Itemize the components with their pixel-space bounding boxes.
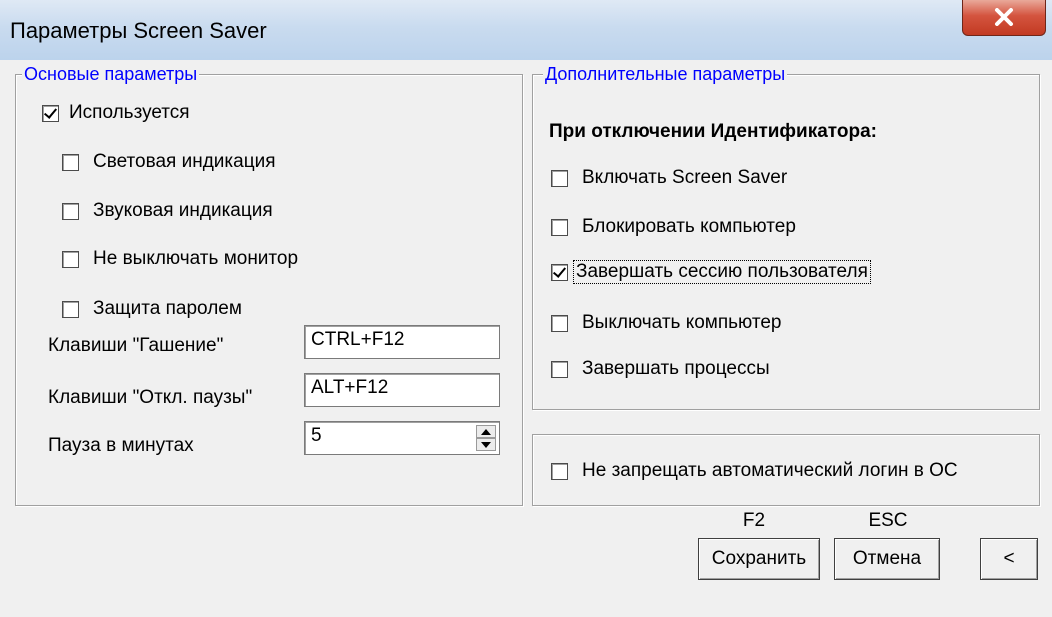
autologin-group: Не запрещать автоматический логин в ОС	[532, 434, 1040, 506]
keep-monitor-on-row[interactable]: Не выключать монитор	[62, 245, 298, 273]
light-indication-checkbox[interactable]	[62, 153, 79, 171]
end-session-label: Завершать сессию пользователя	[573, 260, 871, 284]
lock-computer-checkbox[interactable]	[551, 218, 568, 236]
password-protection-row[interactable]: Защита паролем	[62, 295, 242, 323]
dialog-window: Параметры Screen Saver Основые параметры…	[0, 0, 1052, 617]
basic-params-group: Основые параметры Используется Световая …	[15, 64, 523, 506]
enable-screensaver-row[interactable]: Включать Screen Saver	[551, 164, 787, 192]
close-icon	[995, 8, 1013, 26]
window-title: Параметры Screen Saver	[10, 18, 267, 43]
save-button[interactable]: Сохранить	[698, 538, 820, 580]
collapse-button[interactable]: <	[980, 538, 1038, 580]
used-label: Используется	[69, 102, 190, 123]
light-indication-label: Световая индикация	[93, 151, 276, 172]
used-checkbox-row[interactable]: Используется	[42, 99, 190, 127]
keep-monitor-on-checkbox[interactable]	[62, 250, 79, 268]
blank-keys-input[interactable]: CTRL+F12	[304, 325, 500, 359]
used-checkbox[interactable]	[42, 104, 59, 122]
spin-up-arrow-icon[interactable]	[476, 425, 496, 438]
sound-indication-checkbox[interactable]	[62, 202, 79, 220]
extra-params-heading: При отключении Идентификатора:	[549, 121, 877, 142]
end-session-row[interactable]: Завершать сессию пользователя	[551, 258, 871, 286]
shutdown-computer-checkbox[interactable]	[551, 314, 568, 332]
cancel-button[interactable]: Отмена	[834, 538, 940, 580]
extra-params-legend: Дополнительные параметры	[543, 64, 788, 84]
end-processes-label: Завершать процессы	[582, 358, 770, 379]
password-protection-checkbox[interactable]	[62, 300, 79, 318]
extra-params-group: Дополнительные параметры При отключении …	[532, 64, 1040, 410]
basic-params-legend: Основые параметры	[22, 64, 200, 84]
light-indication-row[interactable]: Световая индикация	[62, 148, 276, 176]
pause-minutes-label: Пауза в минутах	[48, 435, 194, 456]
pause-minutes-spin-buttons	[476, 425, 496, 451]
lock-computer-label: Блокировать компьютер	[582, 216, 796, 237]
sound-indication-label: Звуковая индикация	[93, 200, 273, 221]
blank-keys-label: Клавиши "Гашение"	[48, 335, 224, 356]
close-button[interactable]	[962, 0, 1046, 36]
end-processes-row[interactable]: Завершать процессы	[551, 355, 770, 383]
blank-keys-value: CTRL+F12	[311, 329, 405, 350]
end-processes-checkbox[interactable]	[551, 360, 568, 378]
autologin-checkbox[interactable]	[551, 462, 568, 480]
end-session-checkbox[interactable]	[551, 263, 568, 281]
spin-down-arrow-icon[interactable]	[476, 438, 496, 451]
pause-minutes-spinner[interactable]: 5	[304, 421, 500, 455]
shutdown-computer-label: Выключать компьютер	[582, 312, 782, 333]
dialog-client-area: Основые параметры Используется Световая …	[8, 60, 1044, 609]
pause-keys-label: Клавиши "Откл. паузы"	[48, 387, 253, 408]
sound-indication-row[interactable]: Звуковая индикация	[62, 197, 273, 225]
password-protection-label: Защита паролем	[93, 298, 242, 319]
pause-keys-input[interactable]: ALT+F12	[304, 373, 500, 407]
save-hotkey-label: F2	[742, 510, 766, 531]
lock-computer-row[interactable]: Блокировать компьютер	[551, 213, 796, 241]
shutdown-computer-row[interactable]: Выключать компьютер	[551, 309, 782, 337]
keep-monitor-on-label: Не выключать монитор	[93, 248, 299, 269]
enable-screensaver-label: Включать Screen Saver	[582, 167, 788, 188]
title-bar[interactable]: Параметры Screen Saver	[0, 0, 1052, 60]
enable-screensaver-checkbox[interactable]	[551, 169, 568, 187]
autologin-row[interactable]: Не запрещать автоматический логин в ОС	[551, 457, 958, 485]
cancel-hotkey-label: ESC	[868, 510, 908, 531]
autologin-label: Не запрещать автоматический логин в ОС	[582, 460, 958, 481]
pause-keys-value: ALT+F12	[311, 377, 389, 398]
pause-minutes-value: 5	[311, 425, 322, 446]
